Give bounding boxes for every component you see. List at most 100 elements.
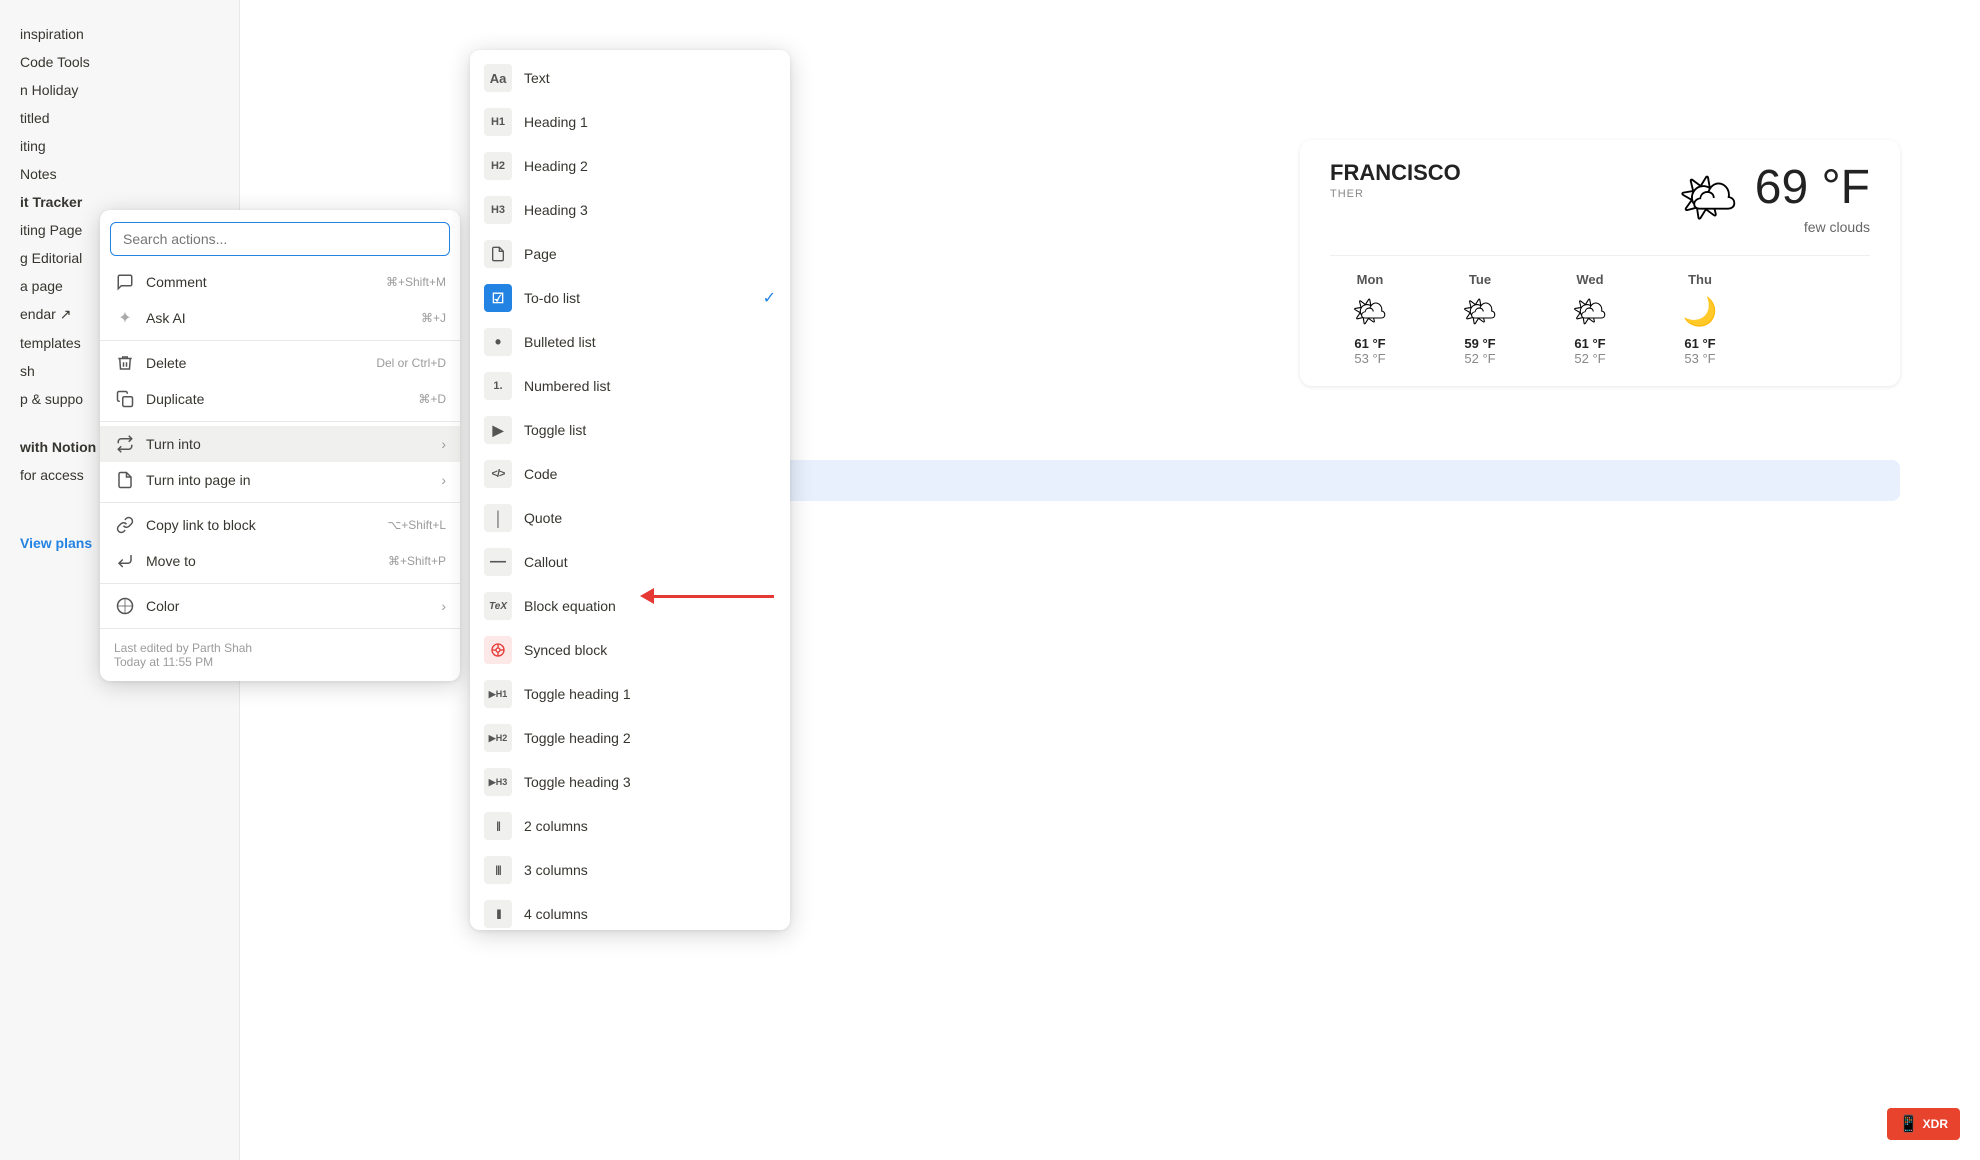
sidebar-item-holiday[interactable]: n Holiday — [0, 76, 239, 104]
h1-icon: H1 — [484, 108, 512, 136]
code-label: Code — [524, 466, 557, 482]
comment-icon — [114, 271, 136, 293]
submenu-page[interactable]: Page — [470, 232, 790, 276]
text-icon: Aa — [484, 64, 512, 92]
forecast-lo: 53 °F — [1660, 351, 1740, 366]
submenu-heading2[interactable]: H2 Heading 2 — [470, 144, 790, 188]
forecast-hi: 61 °F — [1550, 336, 1630, 351]
context-menu-comment[interactable]: Comment ⌘+Shift+M — [100, 264, 460, 300]
context-menu-color[interactable]: Color › — [100, 588, 460, 624]
block-eq-icon: TeX — [484, 592, 512, 620]
toggle-h2-label: Toggle heading 2 — [524, 730, 631, 746]
submenu-code[interactable]: </> Code — [470, 452, 790, 496]
bullet-icon: • — [484, 328, 512, 356]
duplicate-label: Duplicate — [146, 391, 410, 407]
copy-link-icon — [114, 514, 136, 536]
context-menu: Comment ⌘+Shift+M ✦ Ask AI ⌘+J Delete De… — [100, 210, 460, 681]
weather-forecast: Mon 🌤 61 °F 53 °F Tue 🌤 59 °F 52 °F Wed … — [1330, 255, 1870, 366]
page-label: Page — [524, 246, 557, 262]
color-label: Color — [146, 598, 437, 614]
context-menu-ask-ai[interactable]: ✦ Ask AI ⌘+J — [100, 300, 460, 336]
submenu-toggle-h3[interactable]: ▶H3 Toggle heading 3 — [470, 760, 790, 804]
comment-label: Comment — [146, 274, 378, 290]
context-search-input[interactable] — [110, 222, 450, 256]
toggle-h1-icon: ▶H1 — [484, 680, 512, 708]
synced-label: Synced block — [524, 642, 607, 658]
forecast-icon: 🌤 — [1550, 295, 1630, 328]
sidebar-item-notes[interactable]: Notes — [0, 160, 239, 188]
context-menu-delete[interactable]: Delete Del or Ctrl+D — [100, 345, 460, 381]
code-icon: </> — [484, 460, 512, 488]
submenu-text[interactable]: Aa Text — [470, 56, 790, 100]
submenu-4col[interactable]: |||| 4 columns — [470, 892, 790, 930]
submenu-toggle[interactable]: ▶ Toggle list — [470, 408, 790, 452]
context-menu-turn-into-page[interactable]: Turn into page in › — [100, 462, 460, 498]
weather-condition: few clouds — [1755, 219, 1870, 235]
bulleted-label: Bulleted list — [524, 334, 596, 350]
weather-widget: FRANCISCO THER 🌤 69 °F few clouds Mon 🌤 … — [1300, 140, 1900, 386]
h3-icon: H3 — [484, 196, 512, 224]
submenu-block-eq[interactable]: TeX Block equation — [470, 584, 790, 628]
submenu-quote[interactable]: | Quote — [470, 496, 790, 540]
move-to-icon — [114, 550, 136, 572]
turn-into-icon — [114, 433, 136, 455]
weather-icon: 🌤 — [1678, 169, 1739, 226]
submenu-numbered[interactable]: 1. Numbered list — [470, 364, 790, 408]
submenu-todo[interactable]: ☑ To-do list ✓ — [470, 276, 790, 320]
forecast-day: Mon 🌤 61 °F 53 °F — [1330, 272, 1410, 366]
3col-icon: ||| — [484, 856, 512, 884]
xda-logo: 📱 XDR — [1887, 1108, 1960, 1140]
forecast-day-name: Thu — [1660, 272, 1740, 287]
text-label: Text — [524, 70, 550, 86]
context-menu-duplicate[interactable]: Duplicate ⌘+D — [100, 381, 460, 417]
block-eq-label: Block equation — [524, 598, 616, 614]
duplicate-icon — [114, 388, 136, 410]
h2-icon: H2 — [484, 152, 512, 180]
heading2-label: Heading 2 — [524, 158, 588, 174]
forecast-day-name: Mon — [1330, 272, 1410, 287]
sidebar-item-iting[interactable]: iting — [0, 132, 239, 160]
submenu-3col[interactable]: ||| 3 columns — [470, 848, 790, 892]
ask-ai-icon: ✦ — [114, 307, 136, 329]
divider-2 — [100, 421, 460, 422]
submenu-callout[interactable]: — Callout — [470, 540, 790, 584]
context-menu-move-to[interactable]: Move to ⌘+Shift+P — [100, 543, 460, 579]
numbered-label: Numbered list — [524, 378, 610, 394]
toggle-h3-icon: ▶H3 — [484, 768, 512, 796]
2col-label: 2 columns — [524, 818, 588, 834]
forecast-day-name: Tue — [1440, 272, 1520, 287]
turn-into-page-label: Turn into page in — [146, 472, 437, 488]
todo-check: ✓ — [763, 288, 776, 308]
copy-link-shortcut: ⌥+Shift+L — [387, 518, 446, 532]
context-menu-copy-link[interactable]: Copy link to block ⌥+Shift+L — [100, 507, 460, 543]
callout-icon: — — [484, 548, 512, 576]
toggle-h3-label: Toggle heading 3 — [524, 774, 631, 790]
xda-label: XDR — [1923, 1117, 1948, 1131]
todo-label: To-do list — [524, 290, 580, 306]
submenu-heading3[interactable]: H3 Heading 3 — [470, 188, 790, 232]
submenu-bulleted[interactable]: • Bulleted list — [470, 320, 790, 364]
turn-into-page-arrow: › — [441, 472, 446, 488]
forecast-lo: 52 °F — [1440, 351, 1520, 366]
submenu-toggle-h1[interactable]: ▶H1 Toggle heading 1 — [470, 672, 790, 716]
submenu-synced[interactable]: Synced block — [470, 628, 790, 672]
footer-edited: Last edited by Parth Shah — [114, 641, 446, 655]
submenu-heading1[interactable]: H1 Heading 1 — [470, 100, 790, 144]
context-menu-turn-into[interactable]: Turn into › — [100, 426, 460, 462]
duplicate-shortcut: ⌘+D — [418, 392, 446, 406]
sidebar-item-titled[interactable]: titled — [0, 104, 239, 132]
callout-label: Callout — [524, 554, 568, 570]
forecast-icon: 🌙 — [1660, 295, 1740, 328]
sidebar-item-code-tools[interactable]: Code Tools — [0, 48, 239, 76]
move-to-shortcut: ⌘+Shift+P — [388, 554, 446, 568]
footer-time: Today at 11:55 PM — [114, 655, 446, 669]
quote-label: Quote — [524, 510, 562, 526]
weather-label: THER — [1330, 188, 1461, 200]
sidebar-item-inspiration[interactable]: inspiration — [0, 20, 239, 48]
submenu-2col[interactable]: || 2 columns — [470, 804, 790, 848]
toggle-h1-label: Toggle heading 1 — [524, 686, 631, 702]
heading3-label: Heading 3 — [524, 202, 588, 218]
submenu-toggle-h2[interactable]: ▶H2 Toggle heading 2 — [470, 716, 790, 760]
toggle-label: Toggle list — [524, 422, 586, 438]
ask-ai-label: Ask AI — [146, 310, 413, 326]
